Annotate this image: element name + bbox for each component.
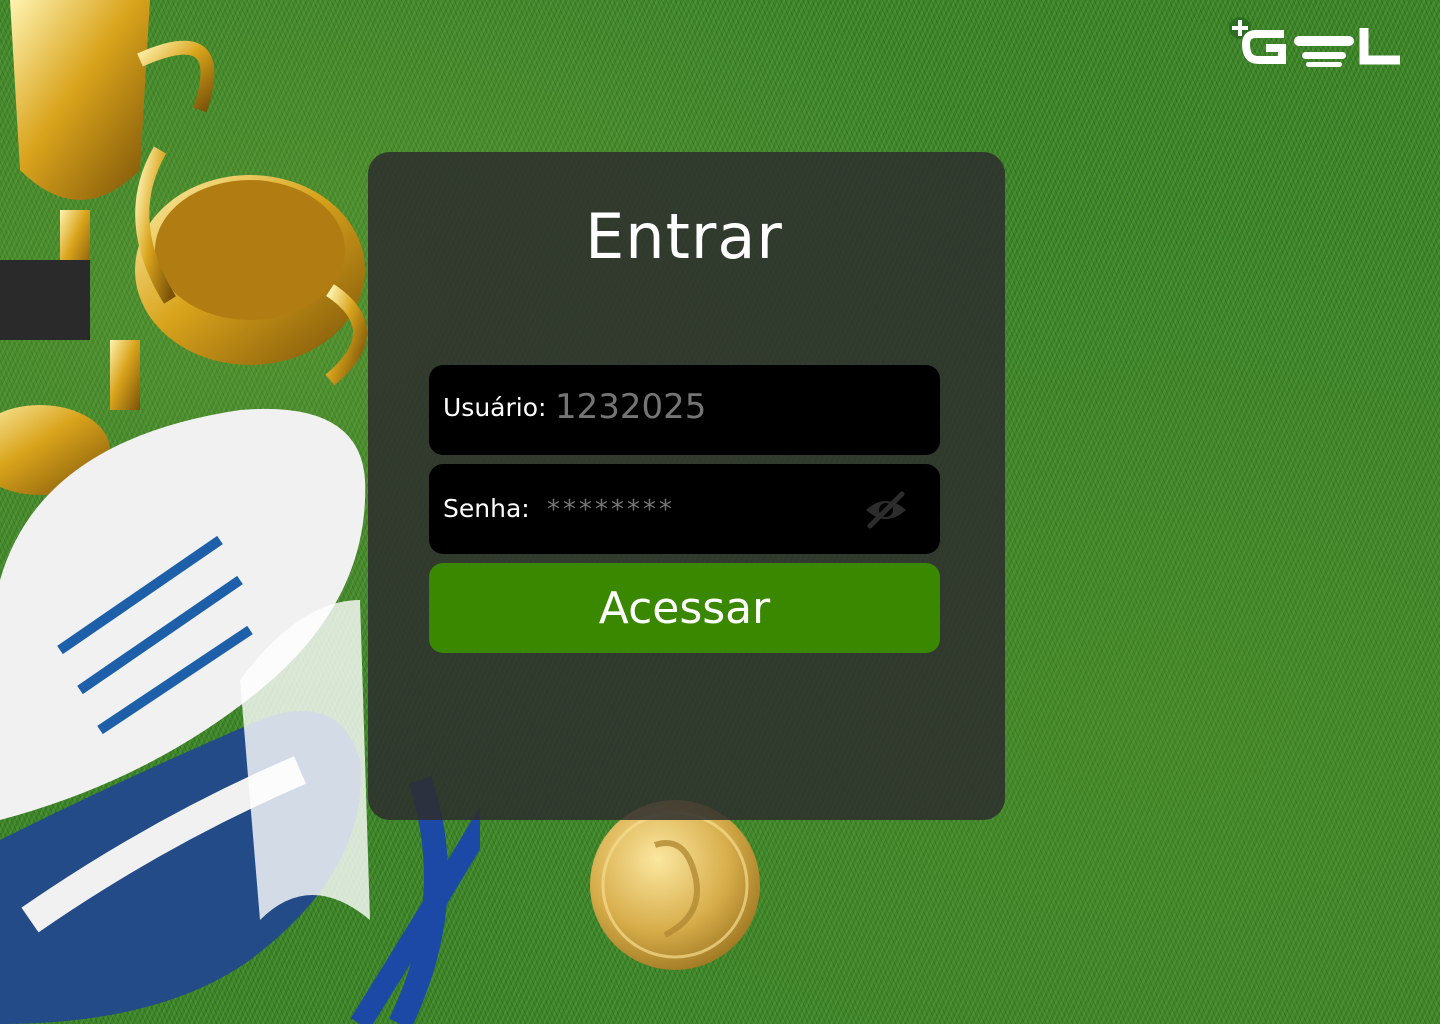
password-input[interactable] [547,490,847,530]
medal-icon [590,800,760,970]
username-input[interactable] [555,385,915,429]
username-label: Usuário: [443,393,547,422]
login-button[interactable]: Acessar [429,563,940,653]
eye-off-icon[interactable] [861,488,911,532]
page-title: Entrar [585,200,783,273]
password-field: Senha: [429,464,940,554]
username-field: Usuário: [429,365,940,455]
password-label: Senha: [443,494,530,523]
gol-logo [1229,17,1400,67]
